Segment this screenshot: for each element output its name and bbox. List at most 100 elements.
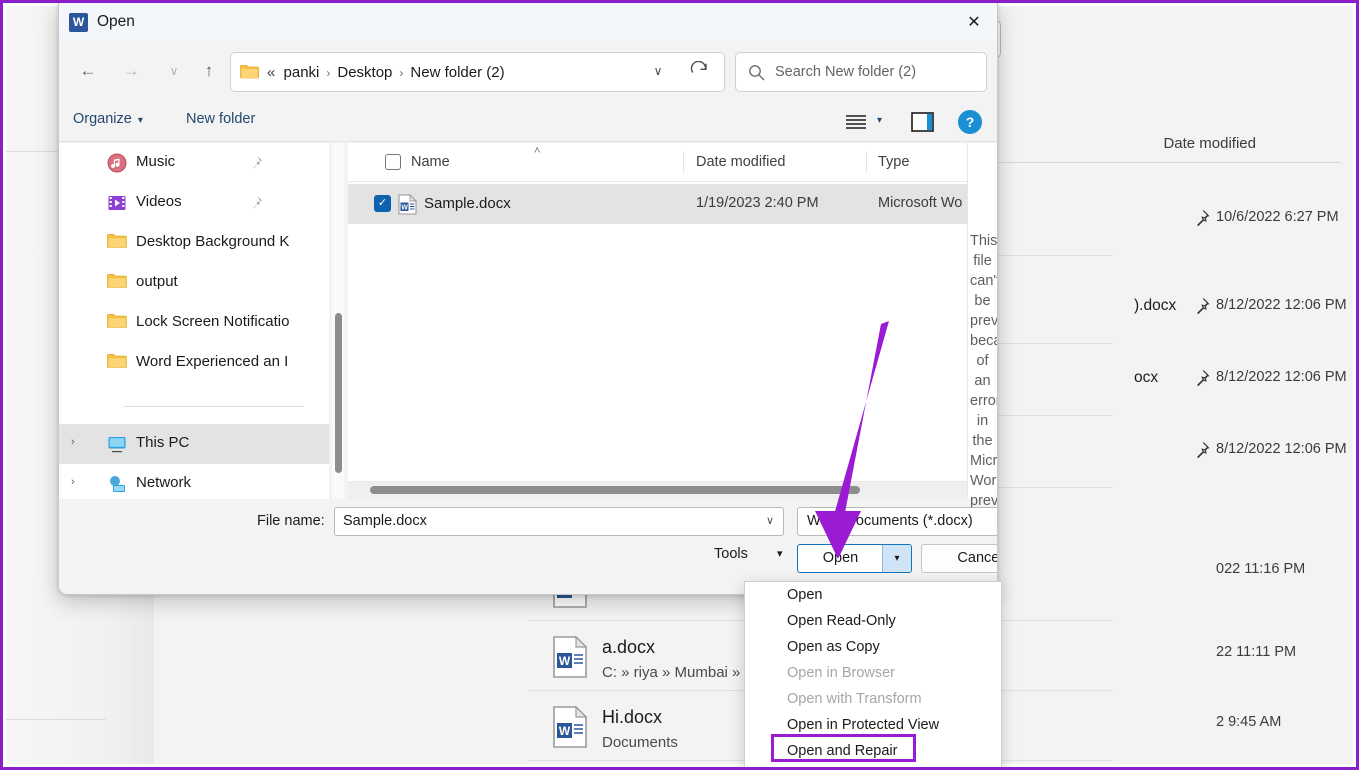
folder-icon bbox=[107, 233, 127, 253]
open-dropdown-arrow-button[interactable]: ▾ bbox=[882, 545, 911, 572]
pin-icon[interactable] bbox=[1191, 440, 1211, 460]
file-list-header: ˄ Name Date modified Type bbox=[348, 143, 997, 182]
menu-item-open-read-only[interactable]: Open Read-Only bbox=[745, 608, 1001, 634]
close-icon[interactable]: ✕ bbox=[951, 3, 997, 42]
help-button[interactable]: ? bbox=[958, 110, 982, 134]
breadcrumb[interactable]: « panki›Desktop›New folder (2) bbox=[267, 64, 505, 81]
open-button[interactable]: Open bbox=[798, 545, 883, 572]
search-box[interactable]: Search New folder (2) bbox=[735, 52, 987, 92]
file-type-select[interactable]: Word Documents (*.docx) ∨ bbox=[797, 507, 998, 536]
select-all-checkbox[interactable] bbox=[385, 154, 401, 170]
breadcrumb-segment[interactable]: panki bbox=[284, 64, 320, 81]
chevron-down-icon[interactable]: ▾ bbox=[777, 547, 783, 560]
file-list[interactable]: ˄ Name Date modified Type ✓ W Sample.doc… bbox=[348, 143, 997, 499]
pin-icon[interactable] bbox=[247, 154, 264, 171]
sidebar-item-word-experienced-an-error[interactable]: Word Experienced an I bbox=[59, 343, 329, 383]
address-bar[interactable]: « panki›Desktop›New folder (2) ∨ bbox=[230, 52, 725, 92]
row-checkbox[interactable]: ✓ bbox=[374, 195, 391, 212]
background-recent-name: a.docx bbox=[602, 637, 655, 658]
background-row-date: 8/12/2022 12:06 PM bbox=[1216, 441, 1347, 457]
folder-icon bbox=[107, 313, 127, 333]
menu-item-open[interactable]: Open bbox=[745, 582, 1001, 608]
svg-text:W: W bbox=[559, 724, 571, 738]
organize-button[interactable]: Organize▾ bbox=[73, 111, 143, 127]
dialog-bottom-bar: File name: Sample.docx ∨ Word Documents … bbox=[59, 499, 997, 594]
column-header-name[interactable]: Name bbox=[411, 154, 450, 170]
svg-text:W: W bbox=[559, 654, 571, 668]
file-name-label: File name: bbox=[257, 513, 325, 529]
sidebar-item-desktop-background[interactable]: Desktop Background K bbox=[59, 223, 329, 263]
new-folder-button[interactable]: New folder bbox=[186, 111, 255, 127]
chevron-down-icon: ▾ bbox=[132, 115, 143, 126]
background-recent-path: Documents bbox=[602, 734, 678, 751]
file-name-input[interactable]: Sample.docx ∨ bbox=[334, 507, 784, 536]
forward-button[interactable]: → bbox=[114, 54, 148, 88]
menu-item-open-with-transform: Open with Transform bbox=[745, 686, 1001, 712]
breadcrumb-separator-icon: › bbox=[392, 66, 410, 80]
recent-locations-button[interactable]: ∨ bbox=[157, 54, 191, 88]
chevron-down-icon[interactable]: ▾ bbox=[877, 115, 882, 126]
table-row[interactable]: ✓ W Sample.docx 1/19/2023 2:40 PM Micros… bbox=[348, 184, 997, 224]
menu-item-open-as-copy[interactable]: Open as Copy bbox=[745, 634, 1001, 660]
background-recent-date: 2 9:45 AM bbox=[1216, 714, 1281, 730]
file-name-cell: Sample.docx bbox=[424, 195, 511, 212]
navigation-sidebar[interactable]: Music Videos Desktop Background K bbox=[59, 143, 329, 499]
word-file-icon: W bbox=[398, 194, 417, 215]
background-recent-name: Hi.docx bbox=[602, 707, 662, 728]
breadcrumb-segment[interactable]: Desktop bbox=[337, 64, 392, 81]
chevron-down-icon[interactable]: ∨ bbox=[766, 514, 774, 527]
sidebar-item-videos[interactable]: Videos bbox=[59, 183, 329, 223]
preview-pane-icon[interactable] bbox=[911, 111, 935, 133]
pin-icon[interactable] bbox=[247, 194, 264, 211]
breadcrumb-overflow-icon[interactable]: « bbox=[267, 64, 279, 81]
word-app-icon: W bbox=[69, 13, 88, 32]
pin-icon[interactable] bbox=[1191, 368, 1211, 388]
horizontal-scrollbar-thumb[interactable] bbox=[370, 486, 860, 494]
pin-icon[interactable] bbox=[1191, 208, 1211, 228]
refresh-icon[interactable] bbox=[688, 61, 710, 83]
chevron-right-icon[interactable]: › bbox=[71, 436, 75, 448]
header-separator bbox=[866, 151, 867, 173]
pin-icon[interactable] bbox=[1191, 296, 1211, 316]
sort-indicator-icon: ˄ bbox=[534, 145, 540, 157]
sidebar-scrollbar-thumb[interactable] bbox=[335, 313, 342, 473]
background-row-name: ocx bbox=[1134, 369, 1158, 387]
sidebar-item-label: Lock Screen Notificatio bbox=[136, 313, 289, 330]
background-row-date: 8/12/2022 12:06 PM bbox=[1216, 369, 1347, 385]
sidebar-item-label: This PC bbox=[136, 434, 189, 451]
background-row-name: ).docx bbox=[1134, 297, 1176, 315]
chevron-right-icon[interactable]: › bbox=[71, 476, 75, 488]
column-header-type[interactable]: Type bbox=[878, 154, 909, 170]
background-recent-date: 022 11:16 PM bbox=[1216, 561, 1305, 577]
horizontal-scrollbar-track[interactable] bbox=[348, 481, 997, 499]
tools-button[interactable]: Tools bbox=[714, 546, 748, 562]
folder-icon bbox=[107, 273, 127, 293]
sidebar-item-output[interactable]: output bbox=[59, 263, 329, 303]
dialog-title: Open bbox=[97, 13, 135, 31]
open-split-button[interactable]: Open ▾ bbox=[797, 544, 912, 573]
column-header-date-modified[interactable]: Date modified bbox=[696, 154, 785, 170]
search-input[interactable]: Search New folder (2) bbox=[775, 64, 916, 80]
command-bar: Organize▾ New folder ▾ ? bbox=[59, 102, 997, 142]
back-button[interactable]: ← bbox=[71, 54, 105, 88]
sidebar-item-this-pc[interactable]: › This PC bbox=[59, 424, 329, 464]
preview-error-message: This file can't be previewed because of … bbox=[970, 231, 995, 511]
screenshot-frame: Date modified 10/6/2022 6:27 PM ).docx 8… bbox=[0, 0, 1359, 770]
word-file-icon: W bbox=[550, 635, 590, 679]
menu-item-open-in-browser: Open in Browser bbox=[745, 660, 1001, 686]
list-view-icon[interactable] bbox=[845, 114, 867, 130]
music-icon bbox=[107, 153, 127, 173]
breadcrumb-segment[interactable]: New folder (2) bbox=[410, 64, 504, 81]
sidebar-item-lock-screen-notification[interactable]: Lock Screen Notificatio bbox=[59, 303, 329, 343]
annotation-highlight-box bbox=[771, 734, 916, 762]
sidebar-item-network[interactable]: › Network bbox=[59, 464, 329, 499]
folder-icon bbox=[240, 64, 259, 79]
navigation-bar: ← → ∨ ↑ « panki›Desktop›New folder (2) ∨… bbox=[59, 42, 997, 102]
background-recent-date: 22 11:11 PM bbox=[1216, 644, 1296, 660]
cancel-button[interactable]: Cancel bbox=[921, 544, 998, 573]
up-button[interactable]: ↑ bbox=[192, 54, 226, 88]
chevron-down-icon[interactable]: ∨ bbox=[648, 64, 668, 78]
header-separator bbox=[683, 151, 684, 173]
sidebar-item-music[interactable]: Music bbox=[59, 143, 329, 183]
breadcrumb-separator-icon: › bbox=[319, 66, 337, 80]
